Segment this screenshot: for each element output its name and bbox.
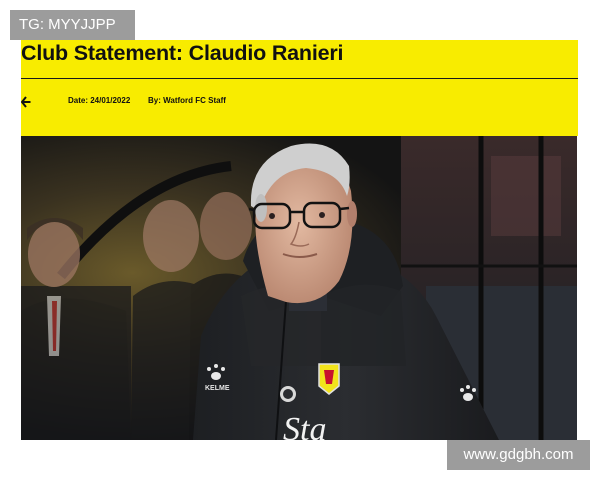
- article-author: By: Watford FC Staff: [148, 96, 226, 105]
- article-date: Date: 24/01/2022: [68, 96, 131, 105]
- article-header: Club Statement: Claudio Ranieri Date: 24…: [20, 40, 578, 136]
- site-watermark: www.gdgbh.com: [447, 440, 590, 470]
- kelme-logo: KELME: [205, 385, 230, 392]
- article-title: Club Statement: Claudio Ranieri: [21, 41, 344, 65]
- tg-label: TG: MYYJJPP: [10, 10, 135, 40]
- jacket-sponsor-text: Sta: [283, 411, 326, 440]
- header-divider: [21, 78, 578, 79]
- article-photo: KELME Sta: [21, 136, 577, 440]
- back-arrow-icon[interactable]: [20, 95, 31, 108]
- page: TG: MYYJJPP Club Statement: Claudio Rani…: [0, 0, 600, 480]
